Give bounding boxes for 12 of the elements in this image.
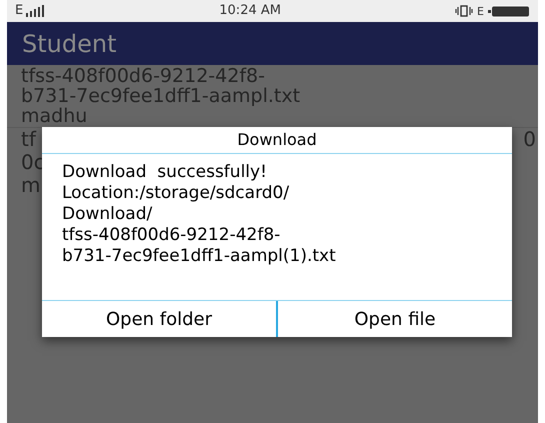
uploader-name: madhu [21,106,88,126]
clock: 10:24 AM [219,2,281,20]
data-type: E [477,6,484,16]
open-folder-button[interactable]: Open folder [42,301,276,337]
open-file-button[interactable]: Open file [276,301,512,337]
battery-icon [488,6,530,16]
network-type: E [15,2,24,20]
dialog-title: Download [42,127,512,154]
signal-icon [25,5,46,17]
app-title: Student [22,28,116,60]
dialog-message: Download successfully! Location:/storage/sdcard0/ Download/ tfss-408f00d6-9212-42f8- b731-7ec9fee1dff1-aampl(1).txt [61,161,337,268]
vibrate-icon [455,5,474,17]
